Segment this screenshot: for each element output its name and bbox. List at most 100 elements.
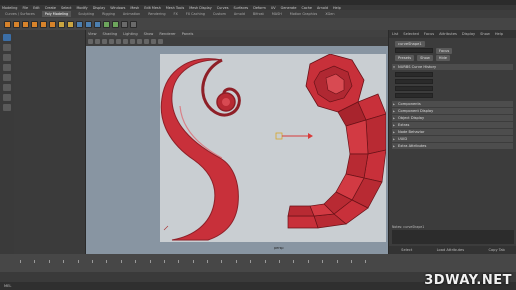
scale-tool-icon[interactable] [3, 84, 11, 91]
tab-animation[interactable]: Animation [122, 12, 141, 16]
menu-mode[interactable]: Modeling [2, 6, 17, 10]
tab-fx-caching[interactable]: FX Caching [185, 12, 206, 16]
tab-arnold[interactable]: Arnold [233, 12, 246, 16]
tab-sculpting[interactable]: Sculpting [77, 12, 95, 16]
tab-fx[interactable]: FX [173, 12, 179, 16]
menu-windows[interactable]: Windows [110, 6, 125, 10]
shadows-icon[interactable] [144, 39, 149, 44]
tab-rendering[interactable]: Rendering [147, 12, 166, 16]
ae-menu-display[interactable]: Display [462, 32, 475, 36]
ae-menu-focus[interactable]: Focus [424, 32, 434, 36]
bridge-icon[interactable] [85, 20, 92, 28]
menu-mesh-display[interactable]: Mesh Display [189, 6, 212, 10]
viewport-menu-shading[interactable]: Shading [103, 32, 118, 36]
section-node-behavior[interactable]: Node Behavior [392, 129, 513, 135]
ae-menu-show[interactable]: Show [480, 32, 490, 36]
section-curve-history[interactable]: NURBS Curve History [392, 64, 513, 70]
viewport-3d[interactable]: persp [86, 46, 388, 254]
section-component-display[interactable]: Component Display [392, 108, 513, 114]
menu-edit-mesh[interactable]: Edit Mesh [144, 6, 161, 10]
poly-sphere-icon[interactable] [4, 20, 11, 28]
wireframe-icon[interactable] [116, 39, 121, 44]
mirror-icon[interactable] [130, 20, 137, 28]
bookmark-icon[interactable] [102, 39, 107, 44]
viewport-menu-show[interactable]: Show [144, 32, 154, 36]
viewport-menu-renderer[interactable]: Renderer [159, 32, 175, 36]
camera-select-icon[interactable] [88, 39, 93, 44]
menu-mesh-tools[interactable]: Mesh Tools [166, 6, 184, 10]
tab-curves-surfaces[interactable]: Curves / Surfaces [4, 12, 36, 16]
node-tab[interactable]: curveShape1 [395, 40, 425, 47]
menu-deform[interactable]: Deform [253, 6, 266, 10]
move-manipulator[interactable] [275, 132, 313, 140]
attr-field[interactable] [395, 72, 433, 77]
menu-select[interactable]: Select [61, 6, 71, 10]
viewport-menu-lighting[interactable]: Lighting [123, 32, 138, 36]
presets-button[interactable]: Presets [395, 54, 415, 61]
menu-edit[interactable]: Edit [33, 6, 40, 10]
tab-motion-graphics[interactable]: Motion Graphics [289, 12, 319, 16]
bevel-icon[interactable] [94, 20, 101, 28]
combine-icon[interactable] [58, 20, 65, 28]
viewport-menu-view[interactable]: View [88, 32, 97, 36]
poly-cylinder-icon[interactable] [22, 20, 29, 28]
outliner-row[interactable] [14, 48, 85, 54]
paint-select-icon[interactable] [3, 54, 11, 61]
section-components[interactable]: Components [392, 101, 513, 107]
section-object-display[interactable]: Object Display [392, 115, 513, 121]
tab-rigging[interactable]: Rigging [101, 12, 116, 16]
viewport-menu-panels[interactable]: Panels [182, 32, 194, 36]
rotate-tool-icon[interactable] [3, 74, 11, 81]
menu-curves[interactable]: Curves [217, 6, 229, 10]
menu-mesh[interactable]: Mesh [130, 6, 139, 10]
menu-surfaces[interactable]: Surfaces [234, 6, 249, 10]
xray-icon[interactable] [158, 39, 163, 44]
ae-menu-list[interactable]: List [392, 32, 398, 36]
menu-modify[interactable]: Modify [76, 6, 87, 10]
move-tool-icon[interactable] [3, 64, 11, 71]
select-button[interactable]: Select [401, 248, 412, 252]
tab-mash[interactable]: MASH [271, 12, 283, 16]
section-extra-attributes[interactable]: Extra Attributes [392, 143, 513, 149]
poly-cone-icon[interactable] [31, 20, 38, 28]
attr-field[interactable] [395, 93, 433, 98]
menu-display[interactable]: Display [93, 6, 106, 10]
ae-menu-attributes[interactable]: Attributes [439, 32, 457, 36]
show-button[interactable]: Show [417, 54, 433, 61]
section-extras[interactable]: Extras [392, 122, 513, 128]
smooth-shade-icon[interactable] [123, 39, 128, 44]
textured-icon[interactable] [130, 39, 135, 44]
ae-menu-selected[interactable]: Selected [403, 32, 419, 36]
copy-tab-button[interactable]: Copy Tab [488, 248, 504, 252]
poly-cube-icon[interactable] [13, 20, 20, 28]
node-name-field[interactable] [395, 48, 433, 53]
menu-cache[interactable]: Cache [301, 6, 312, 10]
grid-toggle-icon[interactable] [109, 39, 114, 44]
menu-generate[interactable]: Generate [281, 6, 297, 10]
poly-plane-icon[interactable] [49, 20, 56, 28]
lasso-tool-icon[interactable] [3, 44, 11, 51]
menu-create[interactable]: Create [45, 6, 56, 10]
extrude-icon[interactable] [76, 20, 83, 28]
separate-icon[interactable] [67, 20, 74, 28]
menu-uv[interactable]: UV [271, 6, 276, 10]
layout-four-icon[interactable] [3, 104, 11, 111]
layout-single-icon[interactable] [3, 94, 11, 101]
notes-field[interactable] [392, 230, 514, 244]
isolate-select-icon[interactable] [151, 39, 156, 44]
focus-button[interactable]: Focus [436, 47, 453, 54]
ae-menu-help[interactable]: Help [495, 32, 503, 36]
tab-bifrost[interactable]: Bifrost [252, 12, 265, 16]
section-uuid[interactable]: UUID [392, 136, 513, 142]
tab-xgen[interactable]: XGen [324, 12, 335, 16]
tab-poly-modeling[interactable]: Poly Modeling [41, 11, 72, 17]
attr-field[interactable] [395, 86, 433, 91]
menu-help[interactable]: Help [333, 6, 341, 10]
command-language[interactable]: MEL [4, 284, 11, 288]
attr-field[interactable] [395, 79, 433, 84]
hide-button[interactable]: Hide [435, 54, 450, 61]
lights-icon[interactable] [137, 39, 142, 44]
insert-edge-loop-icon[interactable] [112, 20, 119, 28]
poly-scroll-mesh[interactable] [287, 53, 387, 229]
tab-custom[interactable]: Custom [212, 12, 227, 16]
